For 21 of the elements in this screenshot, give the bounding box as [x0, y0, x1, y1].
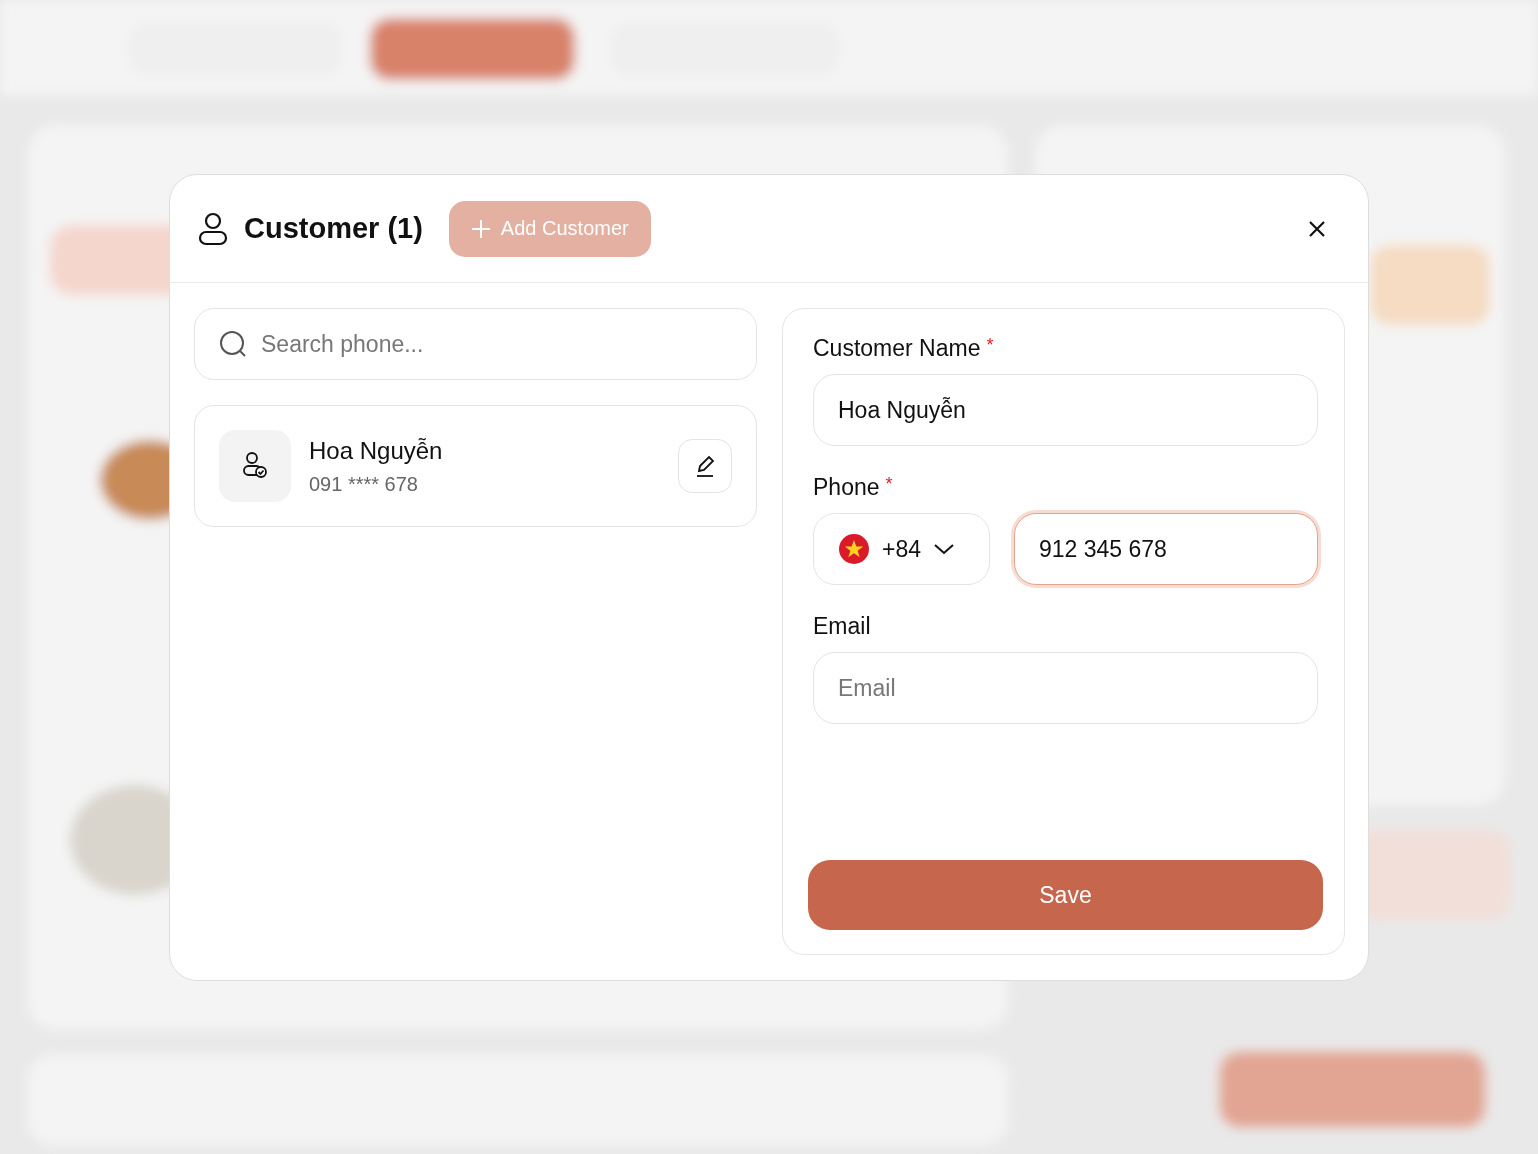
chevron-down-icon — [933, 543, 955, 555]
plus-icon — [470, 218, 491, 239]
dialog-title: Customer (1) — [244, 212, 423, 245]
flag-icon — [838, 533, 870, 565]
name-field[interactable]: Hoa Nguyễn — [813, 374, 1318, 446]
user-icon — [198, 211, 228, 246]
search-field[interactable]: Search phone... — [194, 308, 757, 380]
customer-avatar-icon — [219, 430, 291, 502]
field-label: Email — [813, 613, 872, 640]
customer-name: Hoa Nguyễn — [309, 436, 444, 465]
field-label: Customer Name * — [813, 335, 995, 362]
search-icon — [218, 329, 248, 359]
country-code-select[interactable]: +84 — [813, 513, 990, 585]
edit-button[interactable] — [678, 439, 732, 493]
customer-card[interactable]: Hoa Nguyễn 091 **** 678 — [194, 405, 757, 527]
email-field[interactable]: Email — [813, 652, 1318, 724]
phone-field[interactable]: 912 345 678 — [1014, 513, 1318, 585]
pencil-icon — [694, 454, 716, 478]
save-button[interactable]: Save — [808, 860, 1323, 930]
field-label: Phone * — [813, 474, 894, 501]
customer-phone: 091 **** 678 — [309, 472, 419, 496]
